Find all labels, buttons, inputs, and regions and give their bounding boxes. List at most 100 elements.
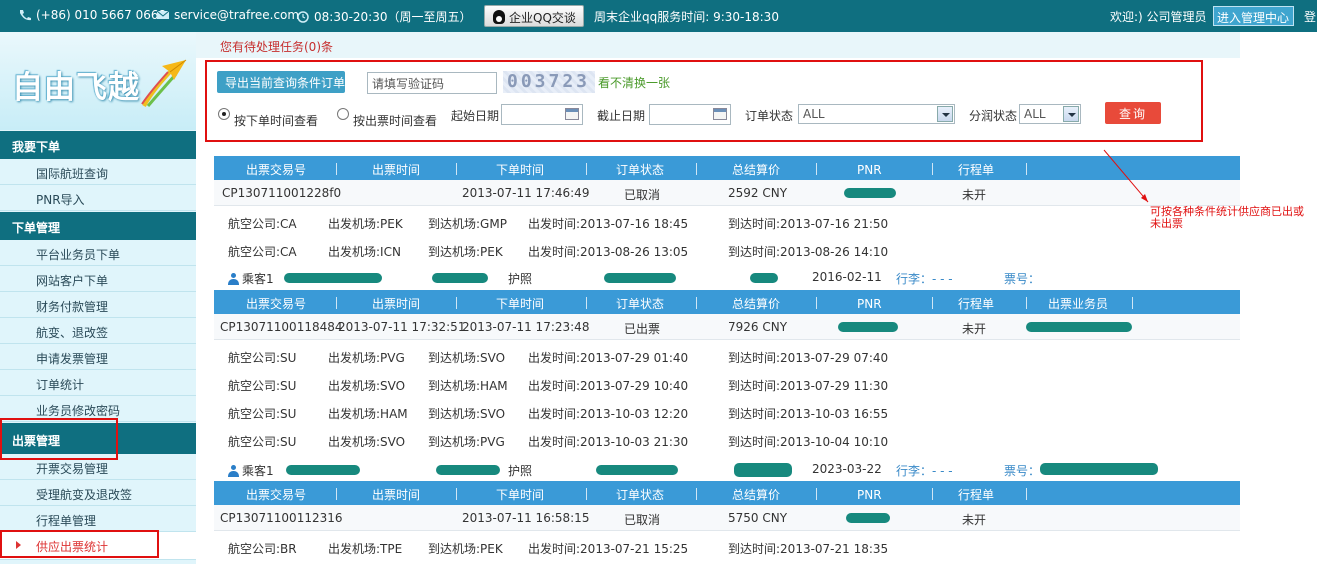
flight-airline-code: SU — [280, 351, 297, 365]
order-tx-no[interactable]: CP130711001228f0 — [222, 186, 341, 200]
flight-dep-time-label: 出发时间: — [528, 542, 581, 556]
order-header: 出票交易号 出票时间 下单时间 订单状态 总结算价 PNR 行程单 — [214, 481, 1240, 505]
header-divider — [586, 488, 587, 500]
email-address[interactable]: service@trafree.com — [174, 8, 299, 22]
flight-airline-code: CA — [280, 245, 297, 259]
header-ticket-time: 出票时间 — [372, 163, 421, 177]
query-button[interactable]: 查询 — [1105, 102, 1161, 124]
order-row[interactable]: CP13071100112316 2013-07-11 16:58:15 已取消… — [214, 505, 1240, 531]
flight-arr-airport: 到达机场:PEK — [428, 243, 503, 260]
weekend-service-note: 周末企业qq服务时间: 9:30-18:30 — [594, 10, 779, 24]
profit-status-select[interactable]: ALL — [1019, 104, 1081, 124]
flight-dep-airport: 出发机场:SVO — [328, 377, 405, 394]
flight-dep-time-label: 出发时间: — [528, 407, 581, 421]
captcha-input[interactable]: 请填写验证码 — [367, 72, 497, 94]
passenger-label: 乘客1 — [242, 272, 274, 286]
phone-info: (+86) 010 5667 0668 — [18, 8, 166, 22]
qq-chat-button[interactable]: 企业QQ交谈 — [484, 5, 584, 27]
profit-status-label: 分润状态 — [969, 109, 1018, 123]
flight-arr-label: 到达机场: — [428, 379, 481, 393]
radio-ticket-time[interactable] — [337, 108, 349, 120]
order-total: 5750 CNY — [728, 511, 788, 525]
sidebar-item-agent-order[interactable]: 平台业务员下单 — [0, 240, 196, 266]
flight-dep-airport: 出发机场:SVO — [328, 433, 405, 450]
sidebar-item-itinerary-management[interactable]: 行程单管理 — [0, 506, 196, 532]
passport-label: 护照 — [508, 464, 533, 478]
start-date-input[interactable] — [501, 104, 583, 125]
chevron-down-icon[interactable] — [937, 106, 953, 122]
passenger-row: 乘客1 护照 2023-03-22 行李：- - - 票号： — [214, 460, 1240, 478]
sidebar-item-change-refund-accept[interactable]: 受理航变及退改签 — [0, 480, 196, 506]
annotation-note: 可按各种条件统计供应商已出或未出票 — [1150, 205, 1304, 230]
order-status-select[interactable]: ALL — [798, 104, 955, 124]
sidebar-item-intl-flight-search[interactable]: 国际航班查询 — [0, 159, 196, 185]
order-itinerary: 未开 — [962, 513, 987, 527]
flight-dep-time: 出发时间:2013-07-16 18:45 — [528, 215, 688, 232]
pending-tasks-text[interactable]: 您有待处理任务(0)条 — [220, 40, 333, 54]
sidebar-item-invoice-request[interactable]: 申请发票管理 — [0, 344, 196, 370]
captcha-refresh-link[interactable]: 看不清换一张 — [598, 74, 670, 91]
order-total: 7926 CNY — [728, 320, 788, 334]
phone-number: (+86) 010 5667 0668 — [36, 8, 167, 22]
flight-dep-code: SVO — [380, 435, 406, 449]
highlight-box-supply-stats — [0, 530, 159, 558]
header-total: 总结算价 — [732, 163, 781, 177]
flight-arr-time-value: 2013-07-16 21:50 — [780, 217, 889, 231]
sidebar-item-order-statistics[interactable]: 订单统计 — [0, 370, 196, 396]
flight-airline: 航空公司:SU — [228, 405, 296, 422]
login-link[interactable]: 登 — [1304, 8, 1316, 25]
sidebar-item-flight-change-refund[interactable]: 航变、退改签 — [0, 318, 196, 344]
header-status: 订单状态 — [616, 488, 665, 502]
flight-airline-code: BR — [280, 542, 297, 556]
flight-arr-time: 到达时间:2013-07-29 11:30 — [728, 377, 888, 394]
order-header: 出票交易号 出票时间 下单时间 订单状态 总结算价 PNR 行程单 — [214, 156, 1240, 180]
flight-arr-airport: 到达机场:GMP — [428, 215, 507, 232]
sidebar-item-web-customer-order[interactable]: 网站客户下单 — [0, 266, 196, 292]
flight-dep-time: 出发时间:2013-07-21 15:25 — [528, 540, 688, 557]
header-status: 订单状态 — [616, 163, 665, 177]
captcha-image: 003723 — [503, 71, 595, 93]
flight-dep-time-value: 2013-10-03 21:30 — [580, 435, 689, 449]
end-date-input[interactable] — [649, 104, 731, 125]
calendar-icon[interactable] — [713, 108, 727, 120]
header-pnr: PNR — [857, 297, 882, 311]
flight-arr-time: 到达时间:2013-07-21 18:35 — [728, 540, 888, 557]
flight-dep-label: 出发机场: — [328, 217, 381, 231]
qq-button-label: 企业QQ交谈 — [509, 11, 576, 25]
flight-airline-label: 航空公司: — [228, 351, 281, 365]
flight-dep-time: 出发时间:2013-07-29 10:40 — [528, 377, 688, 394]
enter-management-button[interactable]: 进入管理中心 — [1213, 6, 1294, 26]
sidebar-item-pnr-import[interactable]: PNR导入 — [0, 185, 196, 211]
flight-row: 航空公司:CA 出发机场:PEK 到达机场:GMP 出发时间:2013-07-1… — [214, 208, 1240, 236]
flight-airline: 航空公司:SU — [228, 377, 296, 394]
sidebar-item-payment-management[interactable]: 财务付款管理 — [0, 292, 196, 318]
radio-order-time[interactable] — [218, 108, 230, 120]
flight-arr-time-value: 2013-08-26 14:10 — [780, 245, 889, 259]
flight-arr-airport: 到达机场:HAM — [428, 377, 508, 394]
qq-penguin-icon — [493, 10, 505, 24]
flight-dep-time-value: 2013-07-29 10:40 — [580, 379, 689, 393]
user-icon — [228, 273, 239, 285]
flight-dep-label: 出发机场: — [328, 542, 381, 556]
flight-arr-time-label: 到达时间: — [728, 542, 781, 556]
welcome-text: 欢迎:) 公司管理员 — [1110, 10, 1207, 24]
order-tx-no[interactable]: CP13071100112316 — [220, 511, 343, 525]
header-order-time: 下单时间 — [496, 163, 545, 177]
order-tx-no[interactable]: CP13071100118484 — [220, 320, 343, 334]
sidebar-section-place-order[interactable]: 我要下单 — [0, 131, 196, 159]
flight-dep-time: 出发时间:2013-08-26 13:05 — [528, 243, 688, 260]
order-row[interactable]: CP13071100118484 2013-07-11 17:32:51 201… — [214, 314, 1240, 340]
flight-arr-code: GMP — [480, 217, 507, 231]
order-status-value: ALL — [803, 107, 825, 121]
phone-icon — [20, 10, 31, 21]
flight-arr-time: 到达时间:2013-10-03 16:55 — [728, 405, 888, 422]
order-row[interactable]: CP130711001228f0 2013-07-11 17:46:49 已取消… — [214, 180, 1240, 206]
export-orders-button[interactable]: 导出当前查询条件订单 — [217, 71, 345, 93]
chevron-down-icon[interactable] — [1063, 106, 1079, 122]
flight-arr-code: PEK — [480, 542, 503, 556]
calendar-icon[interactable] — [565, 108, 579, 120]
sidebar-section-order-management[interactable]: 下单管理 — [0, 212, 196, 240]
flight-dep-label: 出发机场: — [328, 379, 381, 393]
flight-dep-time-value: 2013-10-03 12:20 — [580, 407, 689, 421]
flight-row: 航空公司:BR 出发机场:TPE 到达机场:PEK 出发时间:2013-07-2… — [214, 533, 1240, 561]
